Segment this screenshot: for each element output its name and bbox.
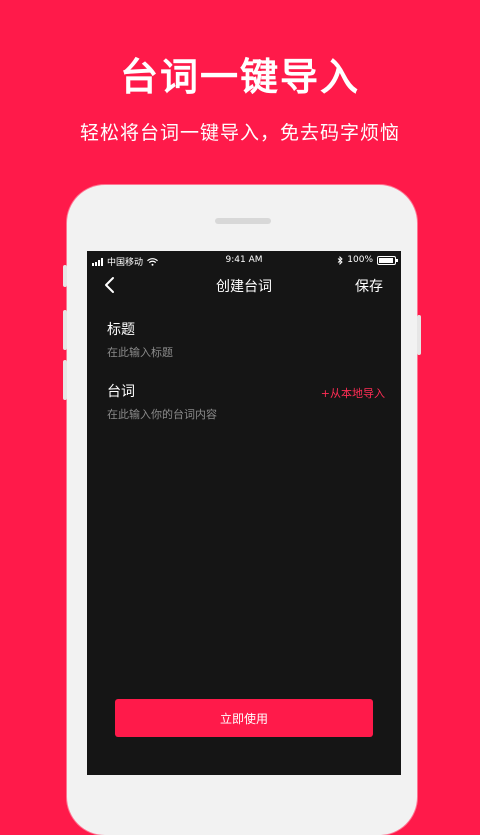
app-screen: 中国移动 9:41 AM 100% 创建台词 保存 标题 在此输入标题 台词 +… [87, 251, 401, 775]
bluetooth-icon [337, 255, 343, 265]
nav-bar: 创建台词 保存 [87, 271, 401, 299]
content-label: 台词 [107, 384, 135, 400]
title-input[interactable] [107, 346, 307, 359]
phone-side-button [63, 265, 67, 287]
battery-icon [377, 255, 398, 265]
phone-speaker [215, 218, 271, 224]
promo-subline: 轻松将台词一键导入，免去码字烦恼 [79, 122, 400, 144]
title-label: 标题 [107, 322, 135, 338]
promo-headline: 台词一键导入 [119, 55, 360, 99]
page-title: 创建台词 [216, 279, 272, 295]
phone-frame: 中国移动 9:41 AM 100% 创建台词 保存 标题 在此输入标题 台词 +… [63, 185, 421, 835]
content-input[interactable] [107, 408, 307, 421]
use-now-button[interactable]: 立即使用 [115, 699, 373, 737]
phone-power-button [417, 315, 421, 355]
save-button[interactable]: 保存 [355, 276, 383, 296]
phone-volume-down [63, 360, 67, 400]
status-bar: 中国移动 9:41 AM 100% [87, 251, 401, 269]
import-from-local-link[interactable]: +从本地导入 [321, 385, 385, 401]
phone-volume-up [63, 310, 67, 350]
battery-percent: 100% [347, 255, 373, 265]
